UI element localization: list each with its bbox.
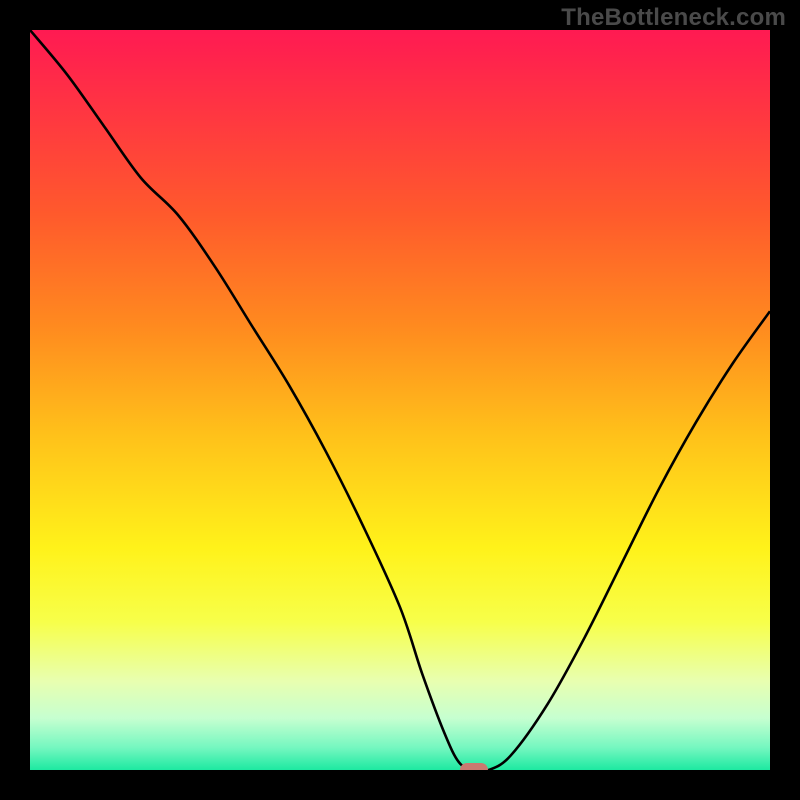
bottleneck-curve <box>30 30 770 770</box>
optimal-marker <box>460 763 488 770</box>
plot-area <box>30 30 770 770</box>
chart-frame: TheBottleneck.com <box>0 0 800 800</box>
watermark-text: TheBottleneck.com <box>561 4 786 32</box>
